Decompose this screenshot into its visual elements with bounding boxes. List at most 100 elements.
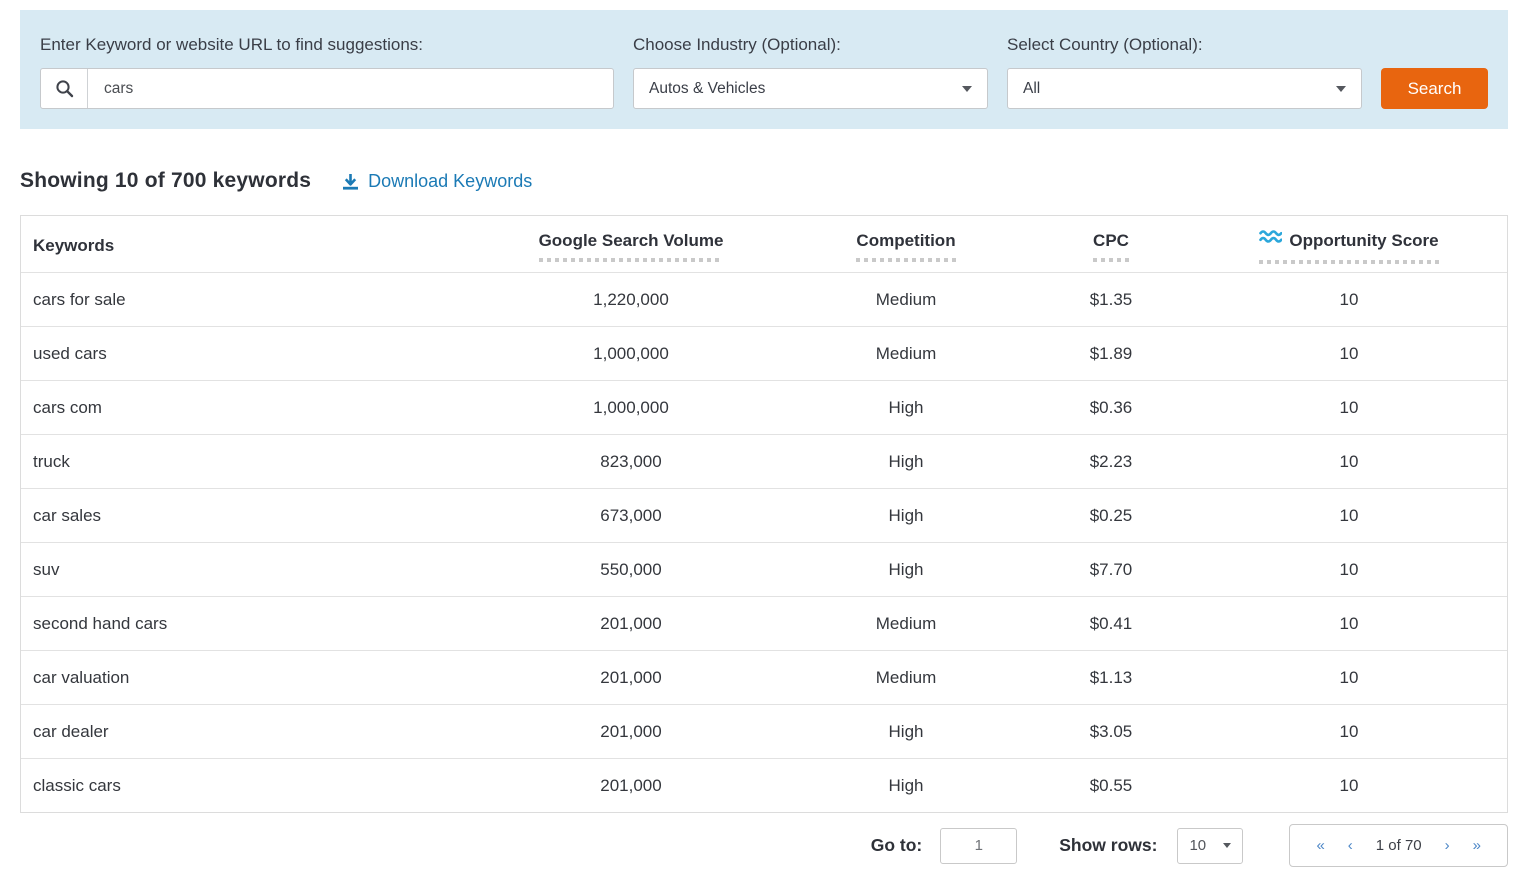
previous-page-button[interactable]: ‹ [1348, 837, 1353, 854]
competition-cell: Medium [781, 668, 1031, 688]
score-cell: 10 [1191, 452, 1507, 472]
competition-cell: Medium [781, 290, 1031, 310]
volume-cell: 673,000 [481, 506, 781, 526]
download-link-label: Download Keywords [368, 171, 532, 192]
keyword-cell: car sales [21, 506, 481, 526]
next-page-button[interactable]: › [1445, 837, 1450, 854]
search-icon [41, 69, 88, 108]
keyword-cell: classic cars [21, 776, 481, 796]
keyword-cell: car valuation [21, 668, 481, 688]
volume-cell: 1,000,000 [481, 398, 781, 418]
volume-cell: 201,000 [481, 722, 781, 742]
industry-select[interactable]: Autos & Vehicles [633, 68, 988, 109]
table-header-row: Keywords Google Search Volume Competitio… [21, 216, 1507, 272]
keyword-cell: cars com [21, 398, 481, 418]
score-cell: 10 [1191, 344, 1507, 364]
keyword-label: Enter Keyword or website URL to find sug… [40, 35, 614, 55]
keyword-cell: cars for sale [21, 290, 481, 310]
competition-cell: Medium [781, 344, 1031, 364]
keyword-input[interactable] [88, 69, 613, 108]
cpc-cell: $7.70 [1031, 560, 1191, 580]
column-header-search-volume[interactable]: Google Search Volume [481, 227, 781, 262]
table-row: used cars 1,000,000 Medium $1.89 10 [21, 326, 1507, 380]
column-header-opportunity-score[interactable]: Opportunity Score [1191, 225, 1507, 264]
keyword-cell: suv [21, 560, 481, 580]
cpc-cell: $0.41 [1031, 614, 1191, 634]
keyword-cell: second hand cars [21, 614, 481, 634]
cpc-cell: $2.23 [1031, 452, 1191, 472]
score-cell: 10 [1191, 722, 1507, 742]
score-cell: 10 [1191, 614, 1507, 634]
page-status: 1 of 70 [1376, 837, 1422, 854]
competition-cell: High [781, 506, 1031, 526]
download-keywords-link[interactable]: Download Keywords [341, 171, 532, 192]
table-row: car sales 673,000 High $0.25 10 [21, 488, 1507, 542]
table-row: suv 550,000 High $7.70 10 [21, 542, 1507, 596]
competition-cell: High [781, 722, 1031, 742]
cpc-cell: $3.05 [1031, 722, 1191, 742]
volume-cell: 823,000 [481, 452, 781, 472]
download-icon [341, 172, 360, 191]
chevron-down-icon [962, 86, 972, 92]
score-cell: 10 [1191, 560, 1507, 580]
industry-label: Choose Industry (Optional): [633, 35, 988, 55]
show-rows-select[interactable]: 10 [1177, 828, 1243, 864]
competition-cell: High [781, 560, 1031, 580]
country-field: Select Country (Optional): All [1007, 35, 1362, 109]
table-row: car dealer 201,000 High $3.05 10 [21, 704, 1507, 758]
goto-label: Go to: [871, 835, 923, 856]
cpc-cell: $1.35 [1031, 290, 1191, 310]
keyword-cell: car dealer [21, 722, 481, 742]
competition-cell: High [781, 776, 1031, 796]
country-label: Select Country (Optional): [1007, 35, 1362, 55]
volume-cell: 550,000 [481, 560, 781, 580]
wave-icon [1259, 229, 1282, 244]
keyword-cell: truck [21, 452, 481, 472]
results-summary: Showing 10 of 700 keywords [20, 169, 311, 193]
goto-page-input[interactable] [940, 828, 1017, 864]
keyword-search-group [40, 68, 614, 109]
score-cell: 10 [1191, 398, 1507, 418]
search-button[interactable]: Search [1381, 68, 1488, 109]
country-select[interactable]: All [1007, 68, 1362, 109]
column-header-cpc[interactable]: CPC [1031, 227, 1191, 262]
competition-cell: High [781, 452, 1031, 472]
cpc-cell: $0.25 [1031, 506, 1191, 526]
table-row: cars com 1,000,000 High $0.36 10 [21, 380, 1507, 434]
search-panel: Enter Keyword or website URL to find sug… [20, 10, 1508, 129]
cpc-cell: $1.89 [1031, 344, 1191, 364]
column-header-keywords: Keywords [21, 232, 481, 256]
table-row: car valuation 201,000 Medium $1.13 10 [21, 650, 1507, 704]
first-page-button[interactable]: « [1316, 837, 1324, 854]
table-row: classic cars 201,000 High $0.55 10 [21, 758, 1507, 812]
keywords-table: Keywords Google Search Volume Competitio… [20, 215, 1508, 813]
score-cell: 10 [1191, 668, 1507, 688]
keyword-cell: used cars [21, 344, 481, 364]
cpc-cell: $0.36 [1031, 398, 1191, 418]
country-selected-value: All [1023, 80, 1040, 98]
score-cell: 10 [1191, 290, 1507, 310]
volume-cell: 201,000 [481, 668, 781, 688]
column-header-competition[interactable]: Competition [781, 227, 1031, 262]
table-footer: Go to: Show rows: 10 « ‹ 1 of 70 › » [20, 824, 1508, 867]
results-bar: Showing 10 of 700 keywords Download Keyw… [20, 169, 1508, 193]
table-row: truck 823,000 High $2.23 10 [21, 434, 1507, 488]
competition-cell: Medium [781, 614, 1031, 634]
show-rows-value: 10 [1189, 837, 1206, 854]
competition-cell: High [781, 398, 1031, 418]
volume-cell: 201,000 [481, 776, 781, 796]
keyword-field: Enter Keyword or website URL to find sug… [40, 35, 614, 109]
chevron-down-icon [1336, 86, 1346, 92]
cpc-cell: $1.13 [1031, 668, 1191, 688]
last-page-button[interactable]: » [1473, 837, 1481, 854]
pagination: « ‹ 1 of 70 › » [1289, 824, 1508, 867]
show-rows-label: Show rows: [1059, 835, 1157, 856]
volume-cell: 201,000 [481, 614, 781, 634]
industry-field: Choose Industry (Optional): Autos & Vehi… [633, 35, 988, 109]
score-cell: 10 [1191, 506, 1507, 526]
cpc-cell: $0.55 [1031, 776, 1191, 796]
volume-cell: 1,220,000 [481, 290, 781, 310]
volume-cell: 1,000,000 [481, 344, 781, 364]
chevron-down-icon [1223, 843, 1231, 848]
industry-selected-value: Autos & Vehicles [649, 80, 765, 98]
